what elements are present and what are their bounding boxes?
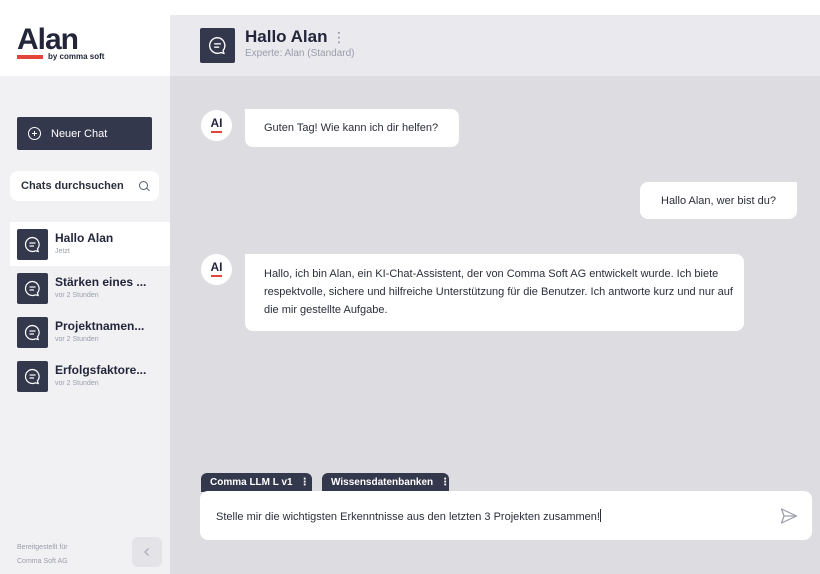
chat-list-item[interactable]: Stärken eines ... vor 2 Stunden [10,266,170,310]
chat-list-item[interactable]: Erfolgsfaktore... vor 2 Stunden [10,354,170,398]
provided-for-note: Bereitgestellt für Comma Soft AG [17,541,68,569]
assistant-avatar-label: AI [210,116,223,130]
new-chat-label: Neuer Chat [51,127,108,140]
provided-for-label: Bereitgestellt für [17,544,68,551]
message-line: respektvolle, sichere und hilfreiche Unt… [264,286,733,298]
model-selector-label: Comma LLM L v1 [210,477,293,488]
model-selector-tab[interactable]: Comma LLM L v1 ⋮ [201,473,312,492]
chat-header: Hallo Alan ⋮ Experte: Alan (Standard) [170,15,820,76]
more-vertical-icon: ⋮ [440,477,451,488]
chat-title: Hallo Alan [55,231,114,245]
chat-time: vor 2 Stunden [55,292,99,299]
more-vertical-icon[interactable]: ⋮ [332,30,346,44]
message-text: Guten Tag! Wie kann ich dir helfen? [264,122,439,134]
assistant-avatar: AI [201,254,232,285]
chat-title: Projektnamen... [55,319,145,333]
provided-for-company: Comma Soft AG [17,558,68,565]
chat-bubble-icon [200,28,235,63]
sidebar: Alan by comma soft Neuer Chat Chats durc… [0,0,170,574]
logo-accent-bar [17,55,43,59]
collapse-sidebar-button[interactable] [132,537,162,567]
assistant-avatar-label: AI [210,260,223,274]
text-caret [599,509,601,522]
knowledge-base-label: Wissensdatenbanken [331,477,434,488]
logo: Alan by comma soft [0,0,170,76]
chat-list-item[interactable]: Hallo Alan Jetzt [10,222,170,266]
chat-bubble-icon [17,272,48,304]
chat-title: Erfolgsfaktore... [55,363,147,377]
assistant-message: Hallo, ich bin Alan, ein KI-Chat-Assiste… [245,254,744,331]
chat-time: vor 2 Stunden [55,380,99,387]
send-icon[interactable] [780,507,798,525]
chat-title: Stärken eines ... [55,275,147,289]
chat-time: Jetzt [55,248,70,255]
more-vertical-icon: ⋮ [299,477,310,488]
chevron-left-icon [144,548,149,556]
avatar-accent-bar [211,131,222,133]
chat-time: vor 2 Stunden [55,336,99,343]
assistant-message: Guten Tag! Wie kann ich dir helfen? [245,109,459,147]
chat-list: Hallo Alan Jetzt Stärken eines ... vor 2… [10,222,170,398]
new-chat-button[interactable]: Neuer Chat [17,117,152,150]
logo-subtitle: by comma soft [48,52,105,61]
chat-search-input[interactable]: Chats durchsuchen [10,171,159,201]
expert-label: Experte: Alan (Standard) [245,48,355,59]
chat-bubble-icon [17,316,48,348]
assistant-avatar: AI [201,110,232,141]
message-input-value[interactable]: Stelle mir die wichtigsten Erkenntnisse … [216,511,600,523]
message-line: Hallo, ich bin Alan, ein KI-Chat-Assiste… [264,268,719,280]
plus-circle-icon [28,127,41,140]
user-message: Hallo Alan, wer bist du? [640,182,797,219]
chat-bubble-icon [17,228,48,260]
message-text: Hallo Alan, wer bist du? [661,195,776,207]
avatar-accent-bar [211,275,222,277]
search-icon[interactable] [139,181,148,190]
knowledge-base-tab[interactable]: Wissensdatenbanken ⋮ [322,473,451,492]
chat-title-heading: Hallo Alan [245,27,328,46]
chat-bubble-icon [17,360,48,392]
message-input[interactable]: Stelle mir die wichtigsten Erkenntnisse … [200,491,812,540]
chat-search-label: Chats durchsuchen [21,180,124,192]
chat-list-item[interactable]: Projektnamen... vor 2 Stunden [10,310,170,354]
message-line: die mir gestellte Aufgabe. [264,304,388,316]
